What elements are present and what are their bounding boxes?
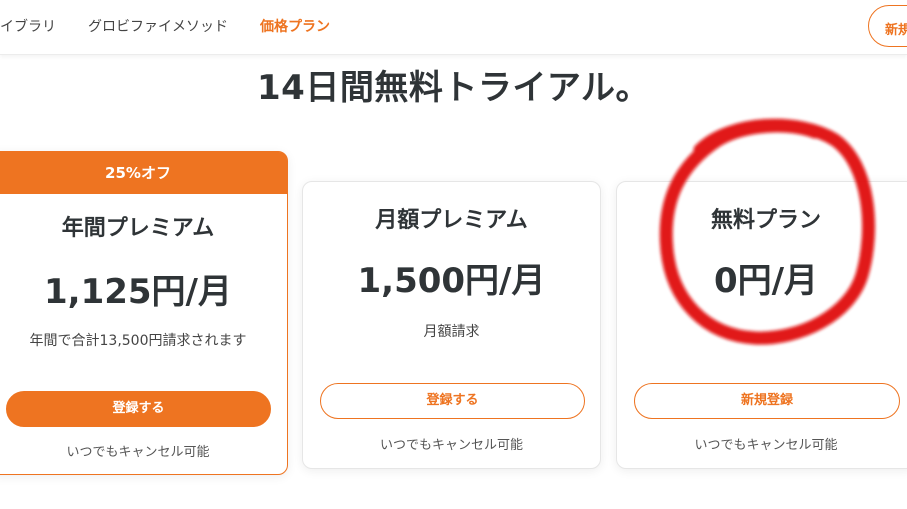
- cancel-note-monthly: いつでもキャンセル可能: [379, 438, 523, 453]
- cancel-note-free: いつでもキャンセル可能: [694, 438, 838, 453]
- subscribe-annual-button[interactable]: 登録する: [6, 391, 271, 427]
- top-nav: イブラリ グロビファイメソッド 価格プラン 新規: [0, 0, 907, 55]
- plan-name-free: 無料プラン: [710, 208, 821, 233]
- nav-signup-button[interactable]: 新規: [868, 5, 907, 47]
- page-headline: 14日間無料トライアル。: [257, 68, 650, 108]
- plan-price-monthly: 1,500円/月: [357, 261, 546, 301]
- cancel-note-annual: いつでもキャンセル可能: [66, 445, 210, 460]
- plan-card-free: 無料プラン 0円/月 新規登録 いつでもキャンセル可能: [616, 181, 907, 469]
- nav-item-library[interactable]: イブラリ: [0, 16, 56, 36]
- discount-badge: 25%オフ: [0, 152, 287, 194]
- plan-price-free: 0円/月: [713, 261, 819, 301]
- plan-card-annual: 25%オフ 年間プレミアム 1,125円/月 年間で合計13,500円請求されま…: [0, 151, 288, 475]
- plan-name-monthly: 月額プレミアム: [375, 208, 528, 233]
- nav-item-method[interactable]: グロビファイメソッド: [88, 16, 228, 36]
- signup-free-button[interactable]: 新規登録: [634, 383, 900, 419]
- plan-name-annual: 年間プレミアム: [61, 216, 215, 241]
- plan-card-monthly: 月額プレミアム 1,500円/月 月額請求 登録する いつでもキャンセル可能: [302, 181, 601, 469]
- plan-note-annual: 年間で合計13,500円請求されます: [29, 333, 247, 349]
- plan-note-monthly: 月額請求: [423, 324, 480, 340]
- subscribe-monthly-button[interactable]: 登録する: [320, 383, 585, 419]
- plan-price-annual: 1,125円/月: [44, 272, 232, 312]
- nav-item-pricing[interactable]: 価格プラン: [260, 16, 330, 36]
